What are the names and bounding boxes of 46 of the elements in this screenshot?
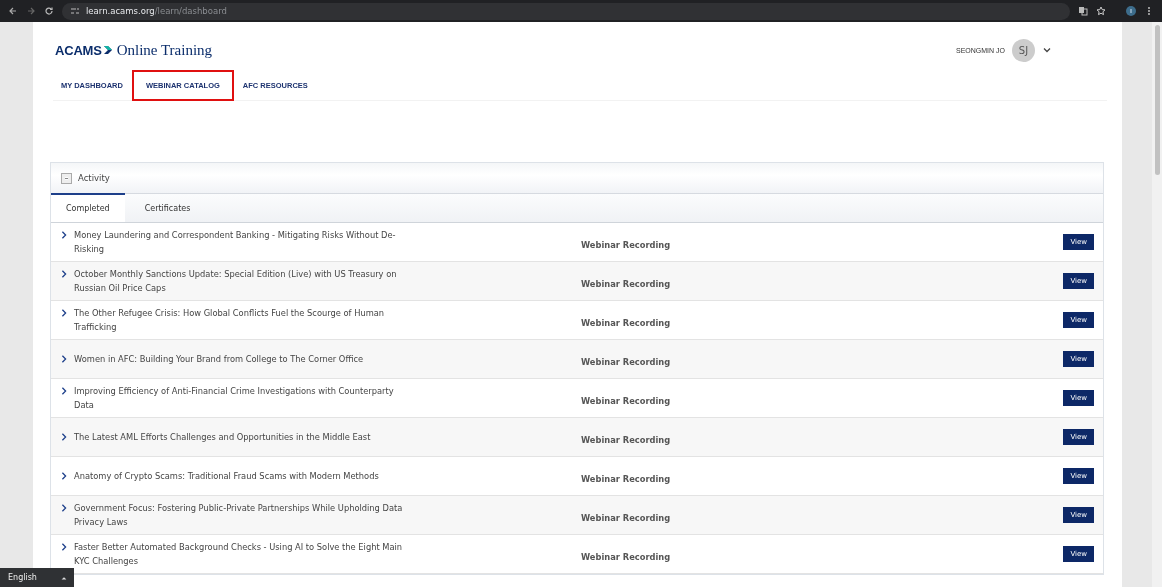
webinar-title: Government Focus: Fostering Public-Private Partnerships While Upholding Data Privacy Laws: [74, 502, 404, 529]
webinar-type: Webinar Recording: [581, 473, 671, 484]
webinar-title: The Other Refugee Crisis: How Global Conflicts Fuel the Scourge of Human Trafficking: [74, 307, 386, 334]
back-icon[interactable]: [8, 6, 18, 16]
chevron-right-icon[interactable]: [60, 355, 68, 363]
chevron-right-icon[interactable]: [60, 504, 68, 512]
webinar-type: Webinar Recording: [581, 317, 671, 328]
chevron-right-icon[interactable]: [60, 387, 68, 395]
webinar-type: Webinar Recording: [581, 551, 671, 562]
address-bar[interactable]: learn.acams.org/learn/dashboard: [62, 2, 1070, 20]
star-icon[interactable]: [1096, 6, 1106, 16]
logo-text: ACAMS: [55, 42, 102, 58]
chevron-right-icon[interactable]: [60, 231, 68, 239]
webinar-title: Faster Better Automated Background Checks - Using AI to Solve the Eight Main KYC Challenges: [74, 541, 404, 568]
webinar-title: The Latest AML Efforts Challenges and Opportunities in the Middle East: [74, 431, 371, 444]
chevron-right-icon[interactable]: [60, 433, 68, 441]
chevron-right-icon[interactable]: [60, 309, 68, 317]
reload-icon[interactable]: [44, 6, 54, 16]
profile-icon[interactable]: [1126, 6, 1136, 16]
tab[interactable]: Completed: [51, 193, 125, 222]
caret-icon[interactable]: [1042, 45, 1052, 55]
chevron-right-icon[interactable]: [60, 543, 68, 551]
webinar-type: Webinar Recording: [581, 395, 671, 406]
translate-icon[interactable]: [1078, 6, 1088, 16]
forward-icon[interactable]: [26, 6, 36, 16]
webinar-title: October Monthly Sanctions Update: Special Edition (Live) with US Treasury on Russian Oil Price Caps: [74, 268, 398, 295]
webinar-type: Webinar Recording: [581, 434, 671, 445]
url-text: learn.acams.org/learn/dashboard: [86, 6, 227, 16]
webinar-type: Webinar Recording: [581, 512, 671, 523]
user-avatar[interactable]: SJ: [1012, 38, 1035, 62]
webinar-title: Women in AFC: Building Your Brand from College to The Corner Office: [74, 353, 364, 366]
collapse-toggle[interactable]: [61, 172, 72, 184]
panel-title: Activity: [78, 173, 110, 183]
webinar-type: Webinar Recording: [581, 278, 671, 289]
site-settings-icon[interactable]: [70, 6, 80, 16]
webinar-title: Money Laundering and Correspondent Banking - Mitigating Risks Without De-Risking: [74, 229, 397, 256]
webinar-title: Improving Efficiency of Anti-Financial Crime Investigations with Counterparty Data: [74, 385, 395, 412]
tab[interactable]: Certificates: [124, 194, 211, 222]
webinar-title: Anatomy of Crypto Scams: Traditional Fraud Scams with Modern Methods: [74, 470, 379, 483]
chevron-right-icon[interactable]: [60, 472, 68, 480]
webinar-type: Webinar Recording: [581, 239, 671, 250]
language-selector[interactable]: English: [0, 568, 74, 587]
chevron-right-icon[interactable]: [60, 270, 68, 278]
webinar-type: Webinar Recording: [581, 356, 671, 367]
logo-mark-icon: [102, 45, 113, 55]
site-title: Online Training: [116, 41, 213, 59]
